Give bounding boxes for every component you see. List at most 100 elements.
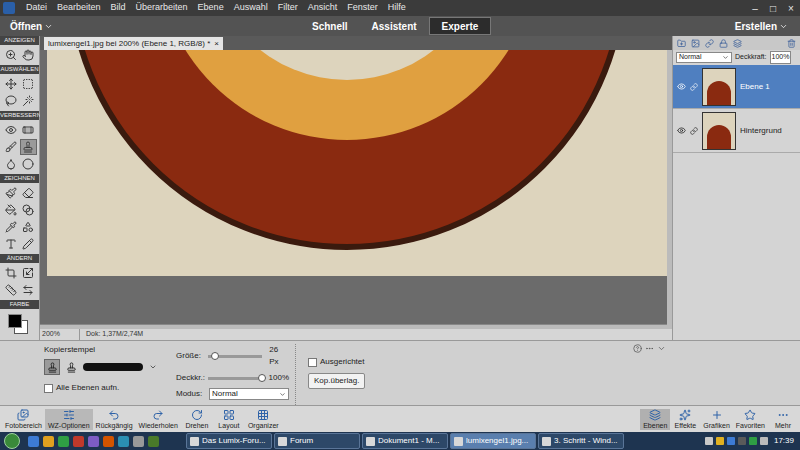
menu-item[interactable]: Ansicht — [303, 1, 343, 15]
tool-button[interactable] — [20, 156, 37, 172]
quick-launch-icon[interactable] — [118, 436, 129, 447]
blend-mode[interactable]: Normal — [676, 52, 732, 63]
tool-button[interactable] — [2, 47, 19, 63]
task-button[interactable]: Forum — [274, 433, 360, 449]
help-icon[interactable] — [633, 344, 642, 353]
create-button[interactable]: Erstellen — [735, 19, 800, 34]
quick-launch-icon[interactable] — [133, 436, 144, 447]
collapse-icon[interactable] — [657, 344, 666, 353]
all-layers-checkbox[interactable] — [44, 384, 53, 393]
tool-button[interactable] — [2, 282, 19, 298]
tool-button[interactable] — [2, 156, 19, 172]
window-control[interactable]: × — [782, 1, 800, 16]
menu-icon[interactable] — [645, 344, 654, 353]
panel-button[interactable]: Grafiken — [700, 409, 732, 430]
bottom-button[interactable]: Fotobereich — [2, 409, 45, 430]
quick-launch-icon[interactable] — [148, 436, 159, 447]
tool-variant[interactable] — [44, 359, 60, 375]
foreground-color[interactable] — [8, 314, 22, 328]
menu-item[interactable]: Bild — [106, 1, 131, 15]
mode-tab[interactable]: Experte — [429, 17, 492, 35]
task-button[interactable]: Dokument1 - M... — [362, 433, 448, 449]
menu-item[interactable]: Ebene — [193, 1, 229, 15]
window-control[interactable]: □ — [764, 1, 782, 16]
menu-item[interactable]: Bearbeiten — [52, 1, 106, 15]
panel-button[interactable]: Favoriten — [733, 409, 768, 430]
tool-button[interactable] — [20, 202, 37, 218]
tool-button[interactable] — [2, 265, 19, 281]
quick-launch-icon[interactable] — [103, 436, 114, 447]
bottom-button[interactable]: Rückgängig — [93, 409, 136, 430]
tool-button[interactable] — [20, 185, 37, 201]
slider-knob[interactable] — [258, 374, 266, 382]
color-swatches[interactable] — [6, 312, 39, 338]
panel-button[interactable]: Mehr — [768, 409, 798, 430]
tool-button[interactable] — [20, 219, 37, 235]
tool-button[interactable] — [2, 139, 19, 155]
slider-track[interactable] — [208, 355, 262, 358]
aligned-option[interactable]: Ausgerichtet — [308, 356, 365, 368]
layer-tool-icon[interactable] — [705, 39, 714, 48]
tool-button[interactable] — [2, 202, 19, 218]
layer-row[interactable]: Ebene 1 — [673, 65, 800, 109]
aligned-checkbox[interactable] — [308, 358, 317, 367]
bottom-button[interactable]: Wiederholen — [136, 409, 181, 430]
tool-button[interactable] — [2, 185, 19, 201]
menu-item[interactable]: Auswahl — [229, 1, 273, 15]
close-tab[interactable]: × — [214, 38, 219, 50]
start-button[interactable] — [4, 433, 20, 449]
tool-button[interactable] — [20, 76, 37, 92]
layer-tool-icon[interactable] — [691, 39, 700, 48]
pattern-stamp-icon[interactable] — [66, 362, 77, 373]
tool-button[interactable] — [2, 122, 19, 138]
slider-track[interactable] — [208, 377, 262, 380]
clock[interactable]: 17:39 — [774, 435, 794, 447]
task-button[interactable]: lumixengel1.jpg... — [450, 433, 536, 449]
opacity-field[interactable]: 100% — [770, 51, 792, 64]
tool-button[interactable] — [2, 76, 19, 92]
quick-launch-icon[interactable] — [28, 436, 39, 447]
tray-icon[interactable] — [749, 437, 757, 445]
task-button[interactable]: Das Lumix-Foru... — [186, 433, 272, 449]
menu-item[interactable]: Filter — [273, 1, 303, 15]
bottom-button[interactable]: Drehen — [181, 409, 213, 430]
panel-button[interactable]: Ebenen — [640, 409, 670, 430]
layer-tool-icon[interactable] — [733, 39, 742, 48]
window-control[interactable]: – — [746, 1, 764, 16]
all-layers-option[interactable]: Alle Ebenen aufn. — [44, 382, 164, 394]
bottom-button[interactable]: Organizer — [245, 409, 282, 430]
tool-button[interactable] — [20, 122, 37, 138]
slider-knob[interactable] — [211, 352, 219, 360]
tray-icon[interactable] — [705, 437, 713, 445]
tool-button[interactable] — [2, 93, 19, 109]
menu-item[interactable]: Fenster — [342, 1, 383, 15]
panel-button[interactable]: Effekte — [670, 409, 700, 430]
tool-button[interactable] — [2, 236, 19, 252]
layer-tool-icon[interactable] — [677, 39, 686, 48]
tray-icon[interactable] — [727, 437, 735, 445]
bottom-button[interactable]: WZ-Optionen — [45, 409, 93, 430]
tray-icon[interactable] — [760, 437, 768, 445]
menu-item[interactable]: Überarbeiten — [131, 1, 193, 15]
bottom-button[interactable]: Layout — [213, 409, 245, 430]
tool-button[interactable] — [20, 236, 37, 252]
tray-icon[interactable] — [716, 437, 724, 445]
open-button[interactable]: Öffnen — [0, 19, 300, 34]
brush-preview[interactable] — [83, 363, 143, 371]
tool-button[interactable] — [20, 47, 37, 63]
zoom-level[interactable]: 200% — [40, 329, 80, 340]
menu-item[interactable]: Datei — [21, 1, 52, 15]
overlay-button[interactable]: Kop.überlag. — [308, 373, 365, 389]
document-tab[interactable]: lumixengel1.jpg bei 200% (Ebene 1, RGB/8… — [44, 37, 223, 50]
chevron-icon[interactable] — [149, 363, 157, 371]
layer-row[interactable]: Hintergrund — [673, 109, 800, 153]
task-button[interactable]: 3. Schritt - Wind... — [538, 433, 624, 449]
visibility-toggle[interactable] — [676, 82, 686, 91]
mode-tab[interactable]: Schnell — [300, 17, 360, 35]
visibility-toggle[interactable] — [676, 126, 686, 135]
menu-item[interactable]: Hilfe — [383, 1, 411, 15]
tool-button[interactable] — [20, 282, 37, 298]
quick-launch-icon[interactable] — [58, 436, 69, 447]
quick-launch-icon[interactable] — [88, 436, 99, 447]
mode-select[interactable]: Normal — [209, 388, 289, 400]
